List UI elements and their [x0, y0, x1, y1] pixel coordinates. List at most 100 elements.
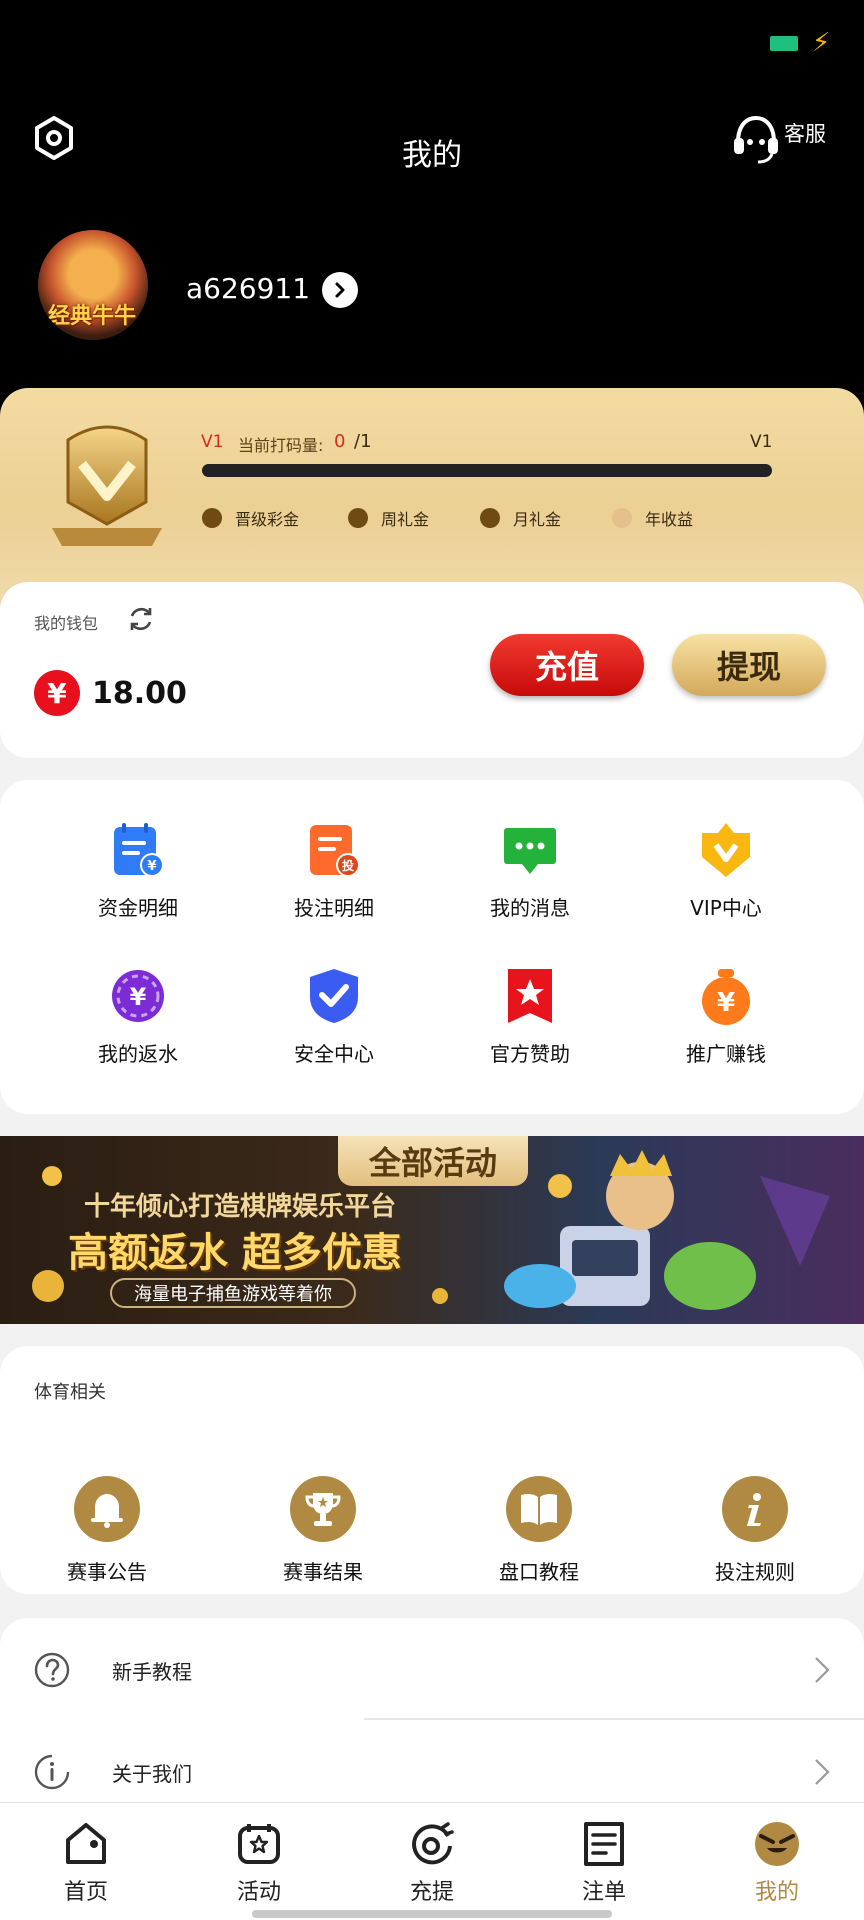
menu-item-label: 我的消息	[490, 896, 570, 920]
headset-icon	[734, 115, 778, 164]
customer-service-button[interactable]: 客服	[732, 114, 826, 164]
perk-dot-icon	[480, 508, 500, 528]
perk-promotion-bonus: 晋级彩金	[202, 506, 299, 530]
banner-headline: 十年倾心打造棋牌娱乐平台	[84, 1192, 397, 1222]
vip-bet-target: /1	[354, 431, 372, 452]
menu-item-label: 投注明细	[294, 896, 374, 920]
vip-progress-bar	[202, 464, 772, 477]
deposit-icon	[412, 1822, 454, 1865]
tab-label: 注单	[581, 1880, 626, 1905]
svg-text:¥: ¥	[130, 983, 147, 1011]
activity-icon	[238, 1824, 280, 1864]
chevron-right-icon	[815, 1657, 830, 1683]
shield-icon	[310, 969, 358, 1023]
tab-label: 我的	[754, 1880, 799, 1905]
fund-details-icon: ¥	[114, 823, 164, 877]
vip-next-level: V1	[750, 432, 773, 452]
menu-item-rebate[interactable]: ¥ 我的返水	[40, 966, 236, 1067]
home-icon	[66, 1823, 106, 1864]
tab-activity[interactable]: 活动	[199, 1820, 319, 1906]
perk-dot-icon	[612, 508, 632, 528]
perk-dot-icon	[348, 508, 368, 528]
orders-icon	[584, 1822, 624, 1866]
perk-label: 晋级彩金	[235, 510, 300, 529]
sports-item-results[interactable]: 赛事结果	[233, 1476, 413, 1585]
customer-service-label: 客服	[784, 122, 826, 146]
menu-item-label: 我的返水	[98, 1042, 178, 1066]
sports-item-tutorial[interactable]: 盘口教程	[449, 1476, 629, 1585]
menu-item-bet-details[interactable]: 投 投注明细	[236, 820, 432, 921]
wallet-balance: 18.00	[92, 676, 187, 711]
menu-item-messages[interactable]: 我的消息	[432, 820, 628, 921]
banner-subtitle: 海量电子捕鱼游戏等着你	[110, 1278, 356, 1308]
tab-label: 充提	[409, 1880, 454, 1905]
perk-label: 周礼金	[381, 510, 430, 529]
vip-bet-label: 当前打码量:	[238, 436, 324, 455]
chevron-right-icon	[815, 1759, 830, 1785]
avatar-logo-text: 经典牛牛	[48, 303, 137, 329]
sports-section-title: 体育相关	[34, 1382, 106, 1403]
sports-item-label: 投注规则	[715, 1560, 795, 1584]
svg-text:¥: ¥	[147, 859, 156, 874]
profile-icon	[755, 1822, 799, 1866]
vip-bet-value: 0	[334, 431, 346, 452]
wallet-label: 我的钱包	[34, 614, 99, 633]
menu-item-label: 安全中心	[294, 1042, 374, 1066]
bet-details-icon: 投	[310, 825, 360, 877]
list-item-label: 关于我们	[112, 1761, 192, 1786]
sports-item-label: 赛事公告	[67, 1560, 147, 1584]
list-item-label: 新手教程	[112, 1659, 192, 1684]
perk-label: 年收益	[645, 510, 694, 529]
battery-icon	[770, 36, 798, 51]
tab-deposit-withdraw[interactable]: 充提	[372, 1820, 492, 1906]
menu-item-security[interactable]: 安全中心	[236, 966, 432, 1067]
tab-orders[interactable]: 注单	[544, 1820, 664, 1906]
withdraw-button[interactable]: 提现	[672, 634, 826, 696]
profile-arrow-button[interactable]	[322, 272, 358, 308]
banner-slogan: 高额返水 超多优惠	[68, 1230, 402, 1276]
recharge-button[interactable]: 充值	[490, 634, 644, 696]
perk-annual-income: 年收益	[612, 506, 693, 530]
banner-all-activities-tab[interactable]: 全部活动	[338, 1136, 528, 1186]
profile-header	[0, 0, 864, 420]
about-icon	[34, 1754, 70, 1790]
menu-item-promote[interactable]: ¥ 推广赚钱	[628, 966, 824, 1067]
bell-icon	[91, 1494, 123, 1528]
book-icon	[521, 1493, 557, 1525]
question-icon	[34, 1652, 70, 1688]
charging-icon: ⚡	[812, 28, 831, 58]
sponsor-icon	[508, 969, 552, 1023]
avatar[interactable]: 经典牛牛	[38, 230, 148, 340]
sports-item-announcements[interactable]: 赛事公告	[17, 1476, 197, 1585]
menu-item-fund-details[interactable]: ¥ 资金明细	[40, 820, 236, 921]
refresh-icon[interactable]	[126, 604, 156, 634]
vip-icon	[702, 823, 750, 877]
trophy-icon	[305, 1493, 341, 1526]
perk-monthly-gift: 月礼金	[480, 506, 561, 530]
message-icon	[504, 828, 556, 874]
sports-item-label: 盘口教程	[499, 1560, 579, 1584]
menu-item-label: 推广赚钱	[686, 1042, 766, 1066]
menu-item-vip-center[interactable]: VIP中心	[628, 820, 824, 921]
home-indicator	[252, 1910, 612, 1918]
rebate-icon: ¥	[112, 970, 164, 1022]
menu-item-sponsor[interactable]: 官方赞助	[432, 966, 628, 1067]
perk-weekly-gift: 周礼金	[348, 506, 429, 530]
svg-text:¥: ¥	[717, 988, 735, 1018]
username[interactable]: a626911	[186, 272, 310, 305]
menu-item-label: 官方赞助	[490, 1042, 570, 1066]
perk-dot-icon	[202, 508, 222, 528]
list-divider	[364, 1718, 864, 1720]
sports-item-label: 赛事结果	[283, 1560, 363, 1584]
tab-label: 活动	[236, 1880, 281, 1905]
tab-profile[interactable]: 我的	[717, 1820, 837, 1906]
vip-badge-icon	[52, 425, 162, 546]
perk-label: 月礼金	[513, 510, 562, 529]
list-item-beginner-guide[interactable]: 新手教程	[0, 1620, 864, 1720]
currency-icon: ¥	[34, 670, 80, 716]
info-icon	[747, 1493, 761, 1526]
sports-item-rules[interactable]: 投注规则	[665, 1476, 845, 1585]
vip-level: V1	[201, 432, 224, 452]
tab-label: 首页	[63, 1880, 108, 1905]
tab-home[interactable]: 首页	[26, 1820, 146, 1906]
